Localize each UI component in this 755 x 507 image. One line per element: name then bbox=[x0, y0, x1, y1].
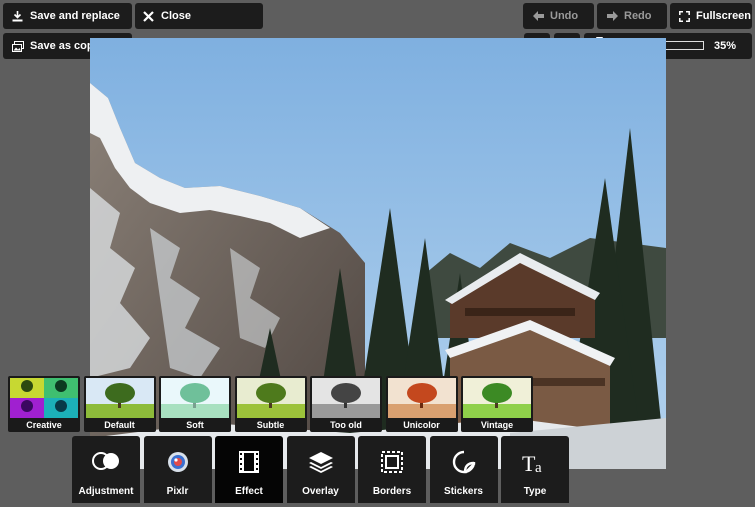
svg-text:T: T bbox=[522, 451, 536, 476]
fullscreen-label: Fullscreen bbox=[696, 10, 752, 22]
effect-label: Default bbox=[104, 420, 135, 430]
undo-label: Undo bbox=[550, 10, 579, 22]
effect-soft[interactable]: Soft bbox=[159, 376, 231, 432]
effect-creative[interactable]: Creative bbox=[8, 376, 80, 432]
tool-label: Overlay bbox=[302, 486, 339, 497]
effect-unicolor[interactable]: Unicolor bbox=[385, 376, 458, 432]
zoom-value: 35% bbox=[713, 40, 736, 52]
effect-label: Unicolor bbox=[403, 420, 440, 430]
creative-thumb-icon bbox=[10, 378, 78, 418]
tool-tab-borders[interactable]: Borders bbox=[358, 436, 426, 503]
fullscreen-icon bbox=[679, 10, 690, 22]
frame-icon bbox=[380, 450, 404, 479]
vintage-thumb-icon bbox=[463, 378, 531, 418]
redo-button[interactable]: Redo bbox=[597, 3, 667, 29]
tool-label: Pixlr bbox=[166, 486, 189, 497]
soft-thumb-icon bbox=[161, 378, 229, 418]
save-and-replace-label: Save and replace bbox=[30, 10, 120, 22]
tool-tab-type[interactable]: Ta Type bbox=[501, 436, 569, 503]
effect-subtle[interactable]: Subtle bbox=[234, 376, 307, 432]
close-label: Close bbox=[161, 10, 191, 22]
subtle-thumb-icon bbox=[236, 378, 305, 418]
effect-label: Vintage bbox=[480, 420, 514, 430]
close-button[interactable]: Close bbox=[135, 3, 263, 29]
tool-label: Adjustment bbox=[78, 486, 134, 497]
tool-tab-overlay[interactable]: Overlay bbox=[286, 436, 355, 503]
arrow-left-icon bbox=[533, 11, 544, 21]
tool-tab-stickers[interactable]: Stickers bbox=[429, 436, 498, 503]
effect-label: Subtle bbox=[256, 420, 285, 430]
effect-label: Soft bbox=[186, 420, 204, 430]
film-icon bbox=[238, 450, 260, 479]
fullscreen-button[interactable]: Fullscreen bbox=[670, 3, 752, 29]
close-icon bbox=[143, 10, 154, 22]
tool-tab-pixlr[interactable]: Pixlr bbox=[143, 436, 212, 503]
redo-label: Redo bbox=[624, 10, 652, 22]
tool-label: Type bbox=[523, 486, 547, 497]
undo-button[interactable]: Undo bbox=[523, 3, 594, 29]
effect-too-old[interactable]: Too old bbox=[310, 376, 382, 432]
lens-icon bbox=[166, 450, 190, 479]
circles-icon bbox=[91, 450, 121, 477]
tool-tab-adjustment[interactable]: Adjustment bbox=[72, 436, 140, 503]
type-icon: Ta bbox=[521, 450, 549, 481]
tool-label: Borders bbox=[372, 486, 412, 497]
effect-vintage[interactable]: Vintage bbox=[461, 376, 533, 432]
unicolor-thumb-icon bbox=[387, 378, 456, 418]
svg-text:a: a bbox=[535, 460, 542, 476]
layers-icon bbox=[308, 450, 334, 479]
save-and-replace-button[interactable]: Save and replace bbox=[3, 3, 132, 29]
arrow-right-icon bbox=[607, 11, 618, 21]
default-thumb-icon bbox=[85, 378, 154, 418]
effect-label: Creative bbox=[26, 420, 62, 430]
download-icon bbox=[12, 10, 23, 21]
tool-label: Stickers bbox=[444, 486, 483, 497]
too-old-thumb-icon bbox=[312, 378, 380, 418]
effect-label: Too old bbox=[330, 420, 362, 430]
sticker-icon bbox=[452, 450, 476, 479]
tool-tab-effect[interactable]: Effect bbox=[215, 436, 283, 503]
effect-default[interactable]: Default bbox=[83, 376, 156, 432]
copy-image-icon bbox=[12, 40, 24, 52]
tool-label: Effect bbox=[235, 486, 263, 497]
